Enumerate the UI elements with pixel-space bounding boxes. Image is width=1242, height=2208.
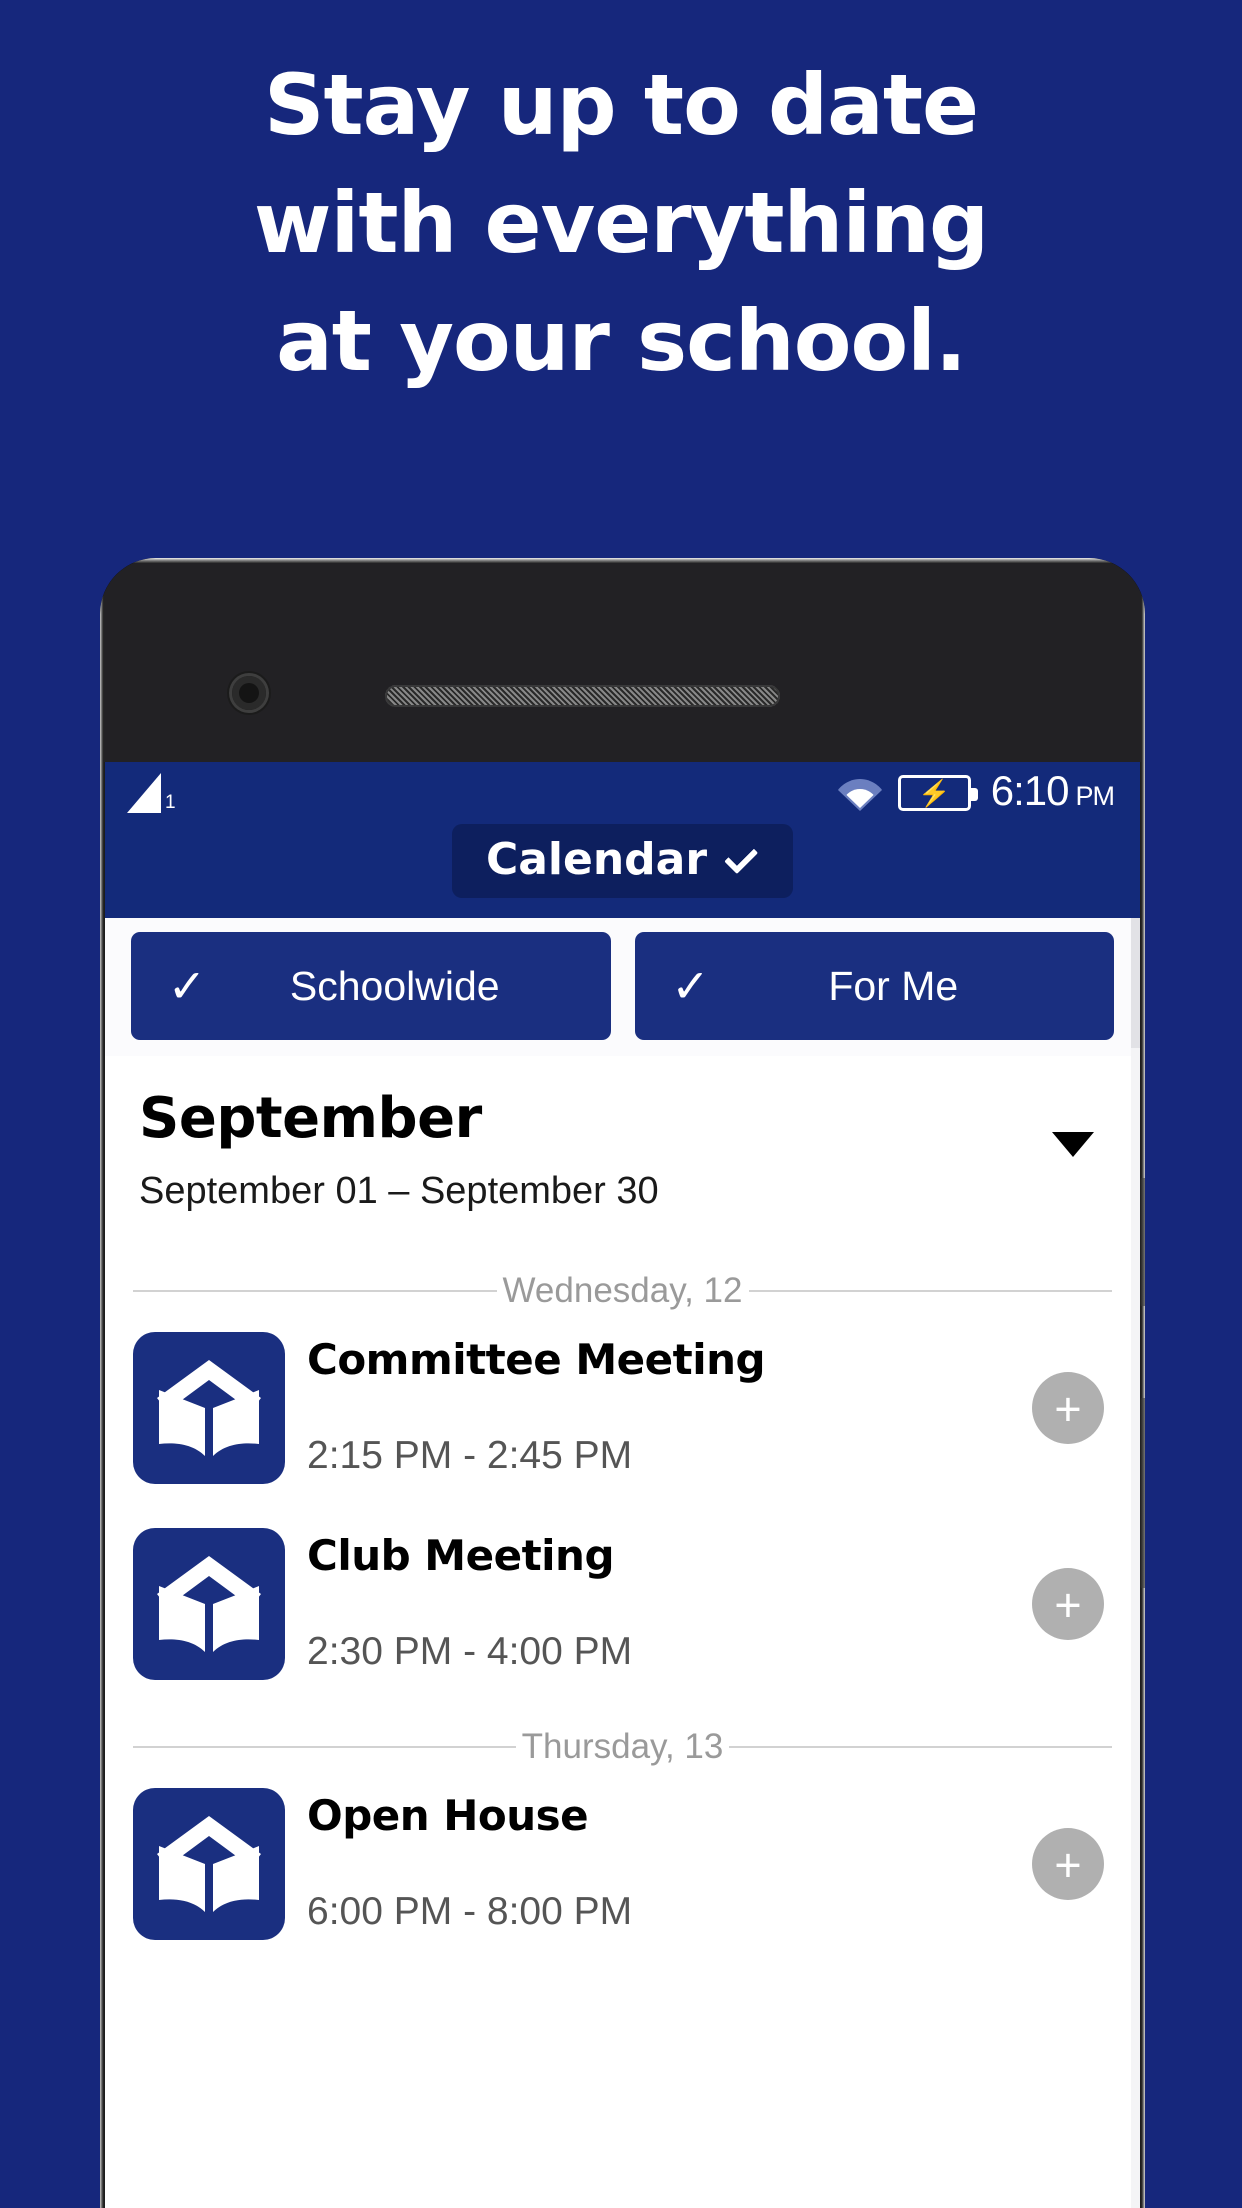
check-icon: ✓ bbox=[167, 960, 207, 1012]
event-row[interactable]: Club Meeting 2:30 PM - 4:00 PM + bbox=[105, 1506, 1140, 1702]
clock-ampm: PM bbox=[1075, 780, 1115, 811]
battery-charging-icon: ⚡ bbox=[897, 775, 978, 811]
event-row[interactable]: Open House 6:00 PM - 8:00 PM + bbox=[105, 1766, 1140, 1962]
status-bar-left: 1 bbox=[127, 773, 176, 813]
front-camera-icon bbox=[232, 676, 266, 710]
phone-top-edge bbox=[100, 558, 1145, 563]
sim-indicator-label: 1 bbox=[165, 792, 176, 813]
school-book-icon bbox=[133, 1528, 285, 1680]
caret-down-icon[interactable] bbox=[1052, 1132, 1094, 1157]
status-bar: 1 ⚡ 6:10 PM bbox=[105, 762, 1140, 824]
headline-line-1: Stay up to date bbox=[264, 56, 979, 154]
month-date-range: September 01 – September 30 bbox=[139, 1170, 659, 1212]
day-label: Thursday, 13 bbox=[521, 1727, 724, 1766]
day-label: Wednesday, 12 bbox=[502, 1271, 743, 1310]
app-bar: Calendar bbox=[105, 824, 1140, 918]
phone-top-bezel bbox=[100, 558, 1145, 762]
filter-chip-for-me[interactable]: ✓ For Me bbox=[634, 932, 1114, 1040]
earpiece-speaker-icon bbox=[385, 685, 780, 707]
clock-time: 6:10 bbox=[990, 766, 1070, 814]
phone-right-edge bbox=[1141, 558, 1145, 2208]
add-event-button[interactable]: + bbox=[1032, 1568, 1104, 1640]
school-book-icon bbox=[133, 1788, 285, 1940]
headline-line-3: at your school. bbox=[276, 292, 967, 390]
divider-line-left bbox=[133, 1290, 497, 1292]
month-header[interactable]: September September 01 – September 30 bbox=[105, 1056, 1140, 1214]
power-button[interactable] bbox=[1140, 1178, 1145, 1306]
status-bar-clock: 6:10 PM bbox=[990, 766, 1115, 817]
headline-line-2: with everything bbox=[253, 174, 989, 272]
cellular-signal-icon bbox=[127, 773, 161, 813]
divider-line-right bbox=[748, 1290, 1113, 1292]
event-title: Club Meeting bbox=[307, 1531, 615, 1580]
phone-screen: 1 ⚡ 6:10 PM Calendar ✓ Schoolwide ✓ For … bbox=[105, 762, 1140, 2208]
add-event-button[interactable]: + bbox=[1032, 1372, 1104, 1444]
chevron-down-icon bbox=[724, 840, 759, 875]
scrollbar-thumb[interactable] bbox=[1131, 918, 1140, 1048]
volume-button[interactable] bbox=[1140, 1398, 1145, 1588]
phone-left-edge bbox=[100, 558, 104, 2208]
event-details: Club Meeting 2:30 PM - 4:00 PM bbox=[285, 1528, 1032, 1680]
filter-chip-for-me-label: For Me bbox=[828, 963, 959, 1009]
status-bar-right: ⚡ 6:10 PM bbox=[837, 766, 1115, 817]
event-details: Open House 6:00 PM - 8:00 PM bbox=[285, 1788, 1032, 1940]
filter-chip-schoolwide-label: Schoolwide bbox=[289, 963, 500, 1009]
divider-line-left bbox=[133, 1746, 516, 1748]
day-divider: Wednesday, 12 bbox=[105, 1272, 1140, 1310]
event-time: 2:30 PM - 4:00 PM bbox=[307, 1630, 633, 1673]
school-book-icon bbox=[133, 1332, 285, 1484]
calendar-title-dropdown[interactable]: Calendar bbox=[451, 824, 794, 898]
phone-device-frame: 1 ⚡ 6:10 PM Calendar ✓ Schoolwide ✓ For … bbox=[100, 558, 1145, 2208]
filter-chip-schoolwide[interactable]: ✓ Schoolwide bbox=[131, 932, 611, 1040]
event-row[interactable]: Committee Meeting 2:15 PM - 2:45 PM + bbox=[105, 1310, 1140, 1506]
marketing-headline: Stay up to date with everything at your … bbox=[0, 46, 1242, 400]
filter-chip-row: ✓ Schoolwide ✓ For Me bbox=[105, 918, 1140, 1056]
event-title: Committee Meeting bbox=[307, 1335, 766, 1384]
event-details: Committee Meeting 2:15 PM - 2:45 PM bbox=[285, 1332, 1032, 1484]
month-title: September bbox=[139, 1086, 482, 1151]
charging-bolt-icon: ⚡ bbox=[918, 778, 951, 808]
divider-line-right bbox=[729, 1746, 1112, 1748]
scrollbar-track[interactable] bbox=[1131, 918, 1140, 2208]
event-time: 2:15 PM - 2:45 PM bbox=[307, 1434, 633, 1477]
event-title: Open House bbox=[307, 1791, 589, 1840]
page-title: Calendar bbox=[485, 834, 708, 885]
check-icon: ✓ bbox=[671, 960, 710, 1012]
day-divider: Thursday, 13 bbox=[105, 1728, 1140, 1766]
add-event-button[interactable]: + bbox=[1032, 1828, 1104, 1900]
wifi-icon bbox=[837, 775, 882, 811]
event-time: 6:00 PM - 8:00 PM bbox=[307, 1890, 633, 1933]
